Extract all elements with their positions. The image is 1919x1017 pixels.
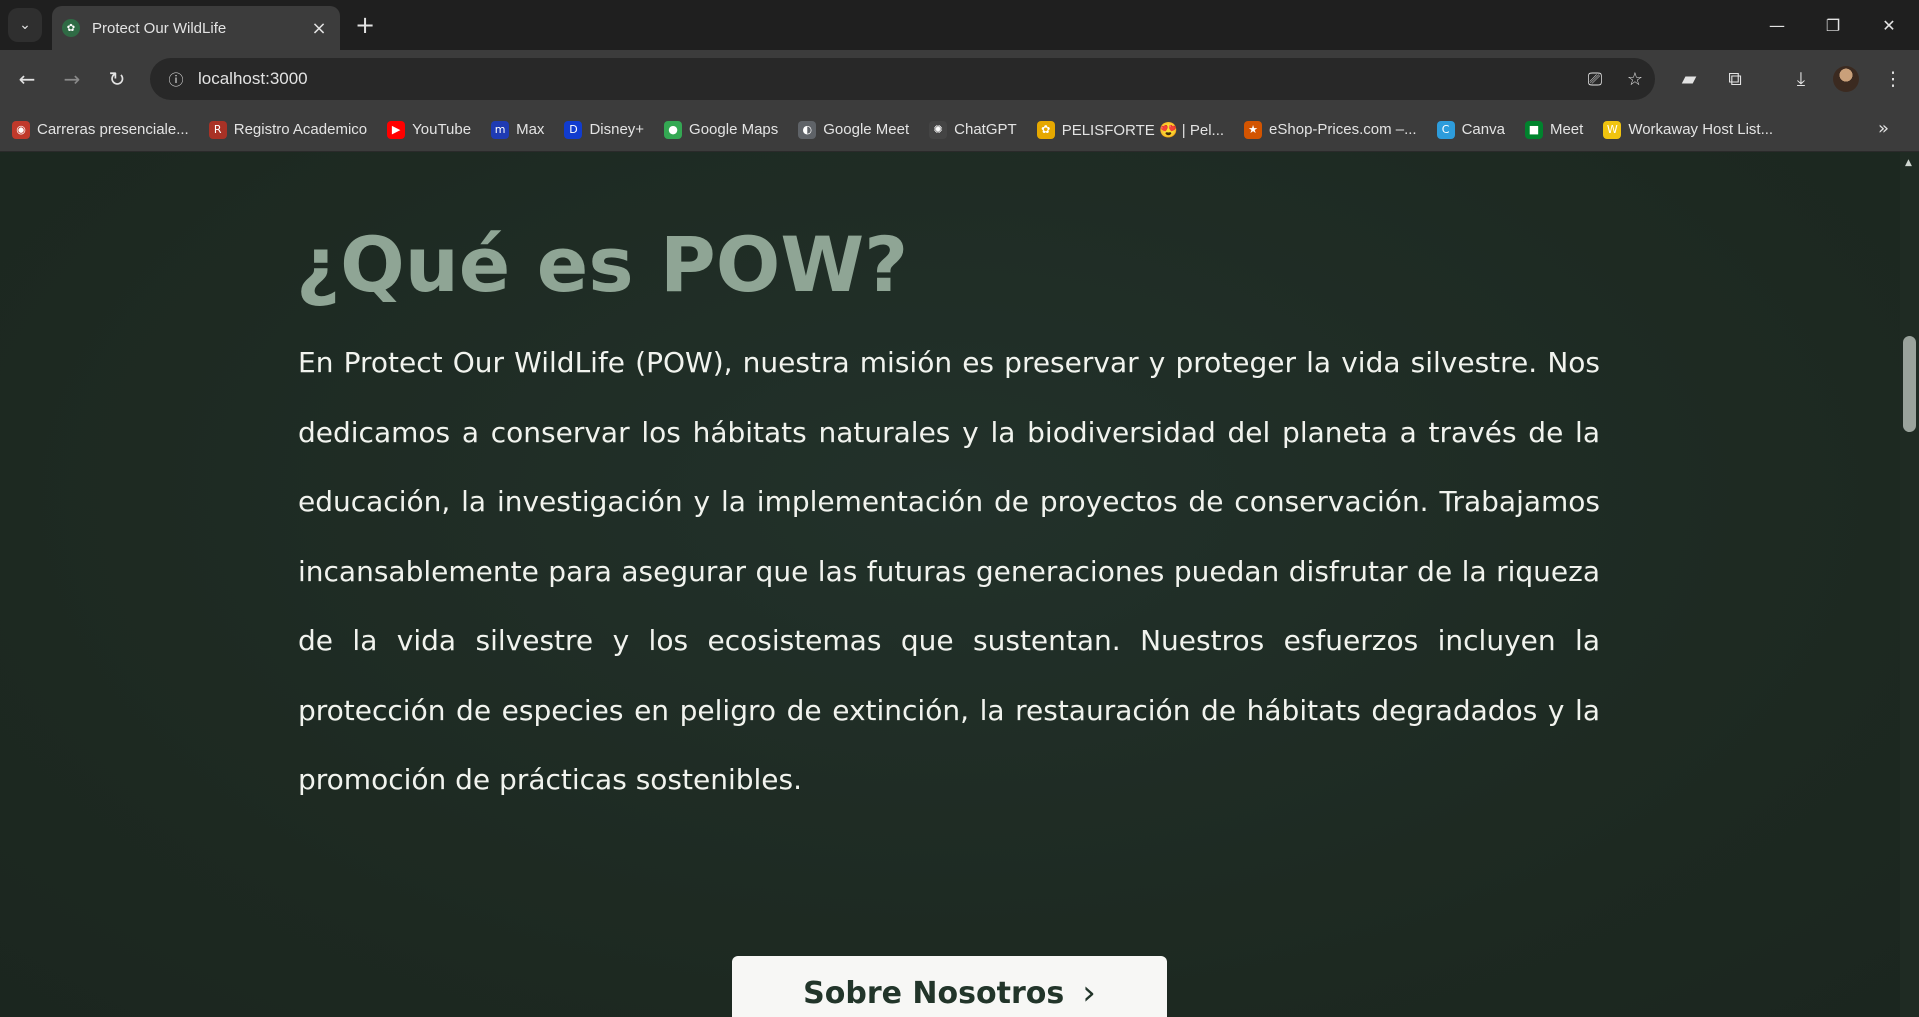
bookmark-item[interactable]: D Disney+ [564,120,645,139]
browser-toolbar: ← → ↻ ⓘ localhost:3000 ⎚ ☆ ▰ ⧉ ⤓ ⋮ [0,50,1919,108]
canva-icon: C [1436,120,1455,139]
bookmark-label: Canva [1461,121,1505,138]
downloads-icon[interactable]: ⤓ [1784,62,1818,96]
bookmark-label: Carreras presenciale... [37,121,189,138]
minimize-button[interactable]: — [1757,10,1797,40]
restore-button[interactable]: ❐ [1813,10,1853,40]
bookmark-item[interactable]: ★ eShop-Prices.com –... [1244,120,1417,139]
meet-icon: ◐ [798,120,817,139]
bookmark-label: Registro Academico [233,121,368,138]
menu-kebab-icon[interactable]: ⋮ [1876,62,1910,96]
workaway-icon: W [1603,120,1622,139]
maps-icon: ● [664,120,683,139]
bookmark-item[interactable]: C Canva [1436,120,1505,139]
bookmark-label: Google Maps [689,121,779,138]
chatgpt-icon: ✺ [929,120,948,139]
url-text[interactable]: localhost:3000 [198,69,1575,89]
about-us-label: Sobre Nosotros [803,975,1065,1011]
bookmark-label: PELISFORTE 😍 | Pel... [1061,121,1225,139]
chevron-right-icon: › [1082,973,1096,1013]
bookmark-item[interactable]: W Workaway Host List... [1603,120,1774,139]
forward-arrow-icon[interactable]: → [55,62,89,96]
bookmark-label: Disney+ [589,121,645,138]
close-window-button[interactable]: ✕ [1869,10,1909,40]
meet2-icon: ■ [1524,120,1543,139]
page-viewport: ¿Qué es POW? En Protect Our WildLife (PO… [0,152,1900,1017]
bookmark-item[interactable]: ● Google Maps [664,120,779,139]
bookmarks-bar: ◉ Carreras presenciale... R Registro Academ… [0,108,1919,152]
back-arrow-icon[interactable]: ← [10,62,44,96]
pow-favicon-icon: ✿ [62,19,80,37]
bookmark-item[interactable]: ▶ YouTube [387,120,472,139]
extension-graduation-icon[interactable]: ▰ [1672,62,1706,96]
profile-avatar[interactable] [1833,66,1859,92]
reload-icon[interactable]: ↻ [100,62,134,96]
bookmark-label: ChatGPT [954,121,1017,138]
tab-title: Protect Our WildLife [92,19,227,37]
page-scrollbar[interactable]: ▲ [1900,152,1919,1017]
extensions-puzzle-icon[interactable]: ⧉ [1718,62,1752,96]
max-icon: m [491,120,510,139]
new-tab-button[interactable]: + [350,10,380,40]
site-info-icon[interactable]: ⓘ [154,69,198,90]
bookmark-label: YouTube [412,121,472,138]
bookmark-item[interactable]: m Max [491,120,545,139]
mission-paragraph: En Protect Our WildLife (POW), nuestra m… [298,346,1600,796]
bookmark-item[interactable]: ■ Meet [1524,120,1584,139]
more-bookmarks-icon[interactable]: » [1878,118,1889,139]
page-title: ¿Qué es POW? [296,220,909,309]
uni-icon: ◉ [12,120,30,139]
youtube-icon: ▶ [387,120,406,139]
active-tab[interactable]: ✿ Protect Our WildLife × [52,6,340,50]
bookmark-item[interactable]: ✺ ChatGPT [929,120,1017,139]
tab-strip: ⌄ ✿ Protect Our WildLife × + — ❐ ✕ [0,0,1919,50]
scroll-up-arrow-icon[interactable]: ▲ [1905,158,1912,168]
scroll-thumb[interactable] [1903,336,1916,432]
bookmark-star-icon[interactable]: ☆ [1615,69,1655,90]
bookmark-item[interactable]: R Registro Academico [208,120,368,139]
bookmark-item[interactable]: ◐ Google Meet [798,120,910,139]
disney-icon: D [564,120,583,139]
address-bar[interactable]: ⓘ localhost:3000 ⎚ ☆ [150,58,1655,100]
pelisforte-icon: ✿ [1036,120,1055,139]
tab-close-icon[interactable]: × [308,18,330,39]
bookmark-item[interactable]: ◉ Carreras presenciale... [12,120,189,139]
bookmark-label: Google Meet [823,121,910,138]
eshop-icon: ★ [1244,120,1263,139]
bookmark-label: Meet [1549,121,1584,138]
bookmark-label: Max [516,121,545,138]
bookmark-label: eShop-Prices.com –... [1269,121,1417,138]
install-app-icon[interactable]: ⎚ [1575,69,1615,90]
bookmark-item[interactable]: ✿ PELISFORTE 😍 | Pel... [1036,120,1225,139]
registro-icon: R [208,120,227,139]
tab-search-button[interactable]: ⌄ [8,8,42,42]
bookmark-label: Workaway Host List... [1628,121,1774,138]
about-us-button[interactable]: Sobre Nosotros › [732,956,1167,1017]
